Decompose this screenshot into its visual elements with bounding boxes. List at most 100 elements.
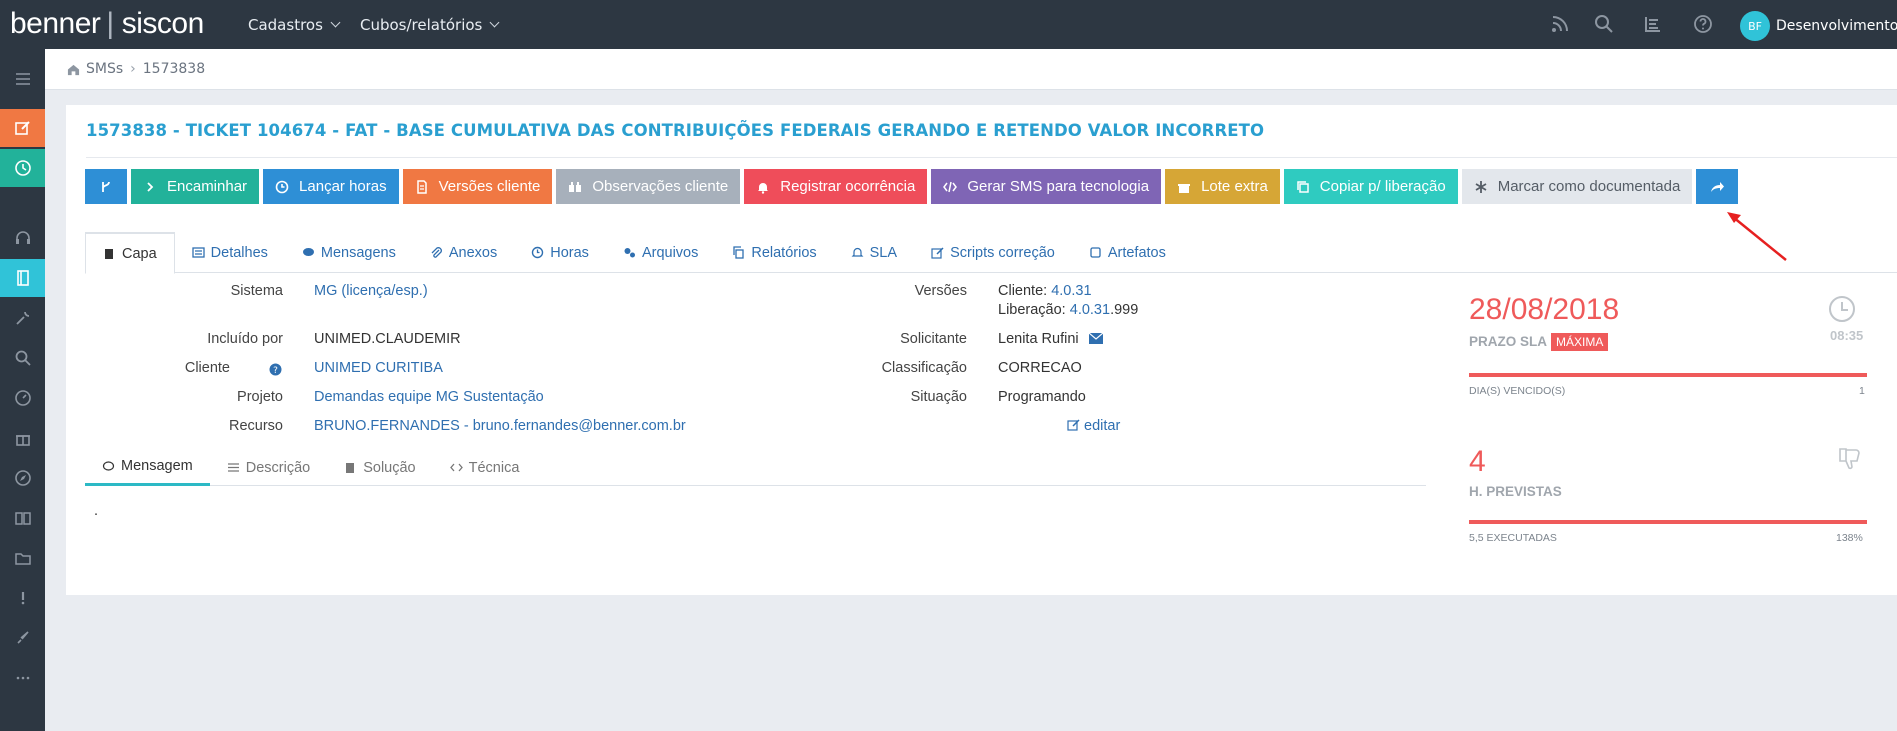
- incluido-label: Incluído por: [207, 331, 283, 347]
- tab-arquivos[interactable]: Arquivos: [606, 232, 715, 273]
- dashboard-icon[interactable]: [0, 379, 45, 417]
- nav-cubos-relatorios[interactable]: Cubos/relatórios: [360, 0, 500, 49]
- alert-icon[interactable]: [0, 579, 45, 617]
- copiar-liberacao-button[interactable]: Copiar p/ liberação: [1283, 169, 1458, 204]
- page-title: 1573838 - TICKET 104674 - FAT - BASE CUM…: [86, 121, 1265, 140]
- folder-icon[interactable]: [0, 539, 45, 577]
- help-icon[interactable]: ?: [269, 363, 282, 376]
- clock-icon: [532, 246, 544, 259]
- tab-relatorios[interactable]: Relatórios: [715, 232, 833, 273]
- versoes-label: Versões: [914, 283, 967, 299]
- gift-icon[interactable]: [0, 419, 45, 457]
- wrench-icon[interactable]: [0, 299, 45, 337]
- sistema-label: Sistema: [230, 283, 283, 299]
- hours-label: H. PREVISTAS: [1469, 484, 1562, 499]
- registrar-ocorrencia-button[interactable]: Registrar ocorrência: [744, 169, 928, 204]
- message-tabs: Mensagem Descrição Solução Técnica: [85, 449, 1426, 486]
- subtab-descricao[interactable]: Descrição: [210, 449, 327, 486]
- incluido-value: UNIMED.CLAUDEMIR: [314, 331, 461, 347]
- editar-link[interactable]: editar: [1067, 418, 1120, 434]
- list-icon[interactable]: [1643, 14, 1663, 34]
- breadcrumb: SMSs › 1573838: [45, 49, 1897, 90]
- tab-capa[interactable]: Capa: [85, 232, 175, 274]
- cliente-version-link[interactable]: 4.0.31: [1051, 283, 1091, 299]
- liberacao-version: Liberação: 4.0.31.999: [998, 302, 1139, 318]
- subtab-mensagem[interactable]: Mensagem: [85, 449, 210, 486]
- avatar: BF: [1740, 11, 1770, 41]
- recurso-label: Recurso: [229, 418, 283, 434]
- tab-horas[interactable]: Horas: [514, 232, 606, 273]
- message-body: .: [94, 503, 99, 519]
- sistema-value: MG (licença/esp.): [314, 283, 428, 299]
- sistema-link[interactable]: MG: [314, 283, 337, 299]
- observacoes-cliente-button[interactable]: Observações cliente: [556, 169, 741, 204]
- encaminhar-button[interactable]: Encaminhar: [131, 169, 260, 204]
- licenca-link[interactable]: licença/esp.: [346, 283, 423, 299]
- classificacao-value: CORRECAO: [998, 360, 1082, 376]
- clock-icon: [275, 180, 289, 193]
- copy-icon: [1297, 180, 1309, 193]
- branch-button[interactable]: [85, 169, 127, 204]
- overdue-count: 1: [1859, 385, 1865, 397]
- code-icon: [449, 463, 463, 472]
- breadcrumb-parent[interactable]: SMSs: [86, 61, 123, 77]
- share-button[interactable]: [1696, 169, 1739, 204]
- headset-icon[interactable]: [0, 219, 45, 257]
- sla-time: 08:35: [1830, 328, 1864, 343]
- copy-icon: [733, 246, 745, 259]
- edit-icon[interactable]: [0, 109, 45, 147]
- clock-icon: [1829, 296, 1855, 322]
- menu-icon[interactable]: [0, 60, 45, 98]
- situacao-value: Programando: [998, 389, 1086, 405]
- document-icon: [416, 179, 427, 194]
- cliente-value[interactable]: UNIMED CURITIBA: [314, 360, 443, 376]
- nav-cadastros[interactable]: Cadastros: [248, 0, 341, 49]
- gerar-sms-button[interactable]: Gerar SMS para tecnologia: [931, 169, 1162, 204]
- versoes-cliente-button[interactable]: Versões cliente: [402, 169, 553, 204]
- book-icon[interactable]: [0, 259, 45, 297]
- tab-sla[interactable]: SLA: [834, 232, 914, 273]
- projeto-label: Projeto: [237, 389, 283, 405]
- home-icon[interactable]: [67, 63, 80, 76]
- open-book-icon[interactable]: [0, 499, 45, 537]
- situacao-label: Situação: [910, 389, 967, 405]
- sla-date: 28/08/2018: [1469, 293, 1620, 326]
- clock-icon[interactable]: [0, 149, 45, 187]
- marcar-documentada-button[interactable]: Marcar como documentada: [1461, 169, 1693, 204]
- tab-detalhes[interactable]: Detalhes: [175, 232, 285, 273]
- envelope-icon[interactable]: [1088, 332, 1103, 344]
- executed-label: 5,5 EXECUTADAS: [1469, 532, 1557, 544]
- tab-mensagens[interactable]: Mensagens: [285, 232, 413, 273]
- gears-icon: [624, 248, 635, 258]
- recurso-value[interactable]: BRUNO.FERNANDES - bruno.fernandes@benner…: [314, 418, 686, 434]
- tab-artefatos[interactable]: Artefatos: [1072, 232, 1183, 273]
- subtab-tecnica[interactable]: Técnica: [433, 449, 537, 486]
- search-icon[interactable]: [0, 339, 45, 377]
- logo[interactable]: benner | siscon: [10, 7, 204, 41]
- search-icon[interactable]: [1594, 14, 1614, 34]
- lote-extra-button[interactable]: Lote extra: [1165, 169, 1280, 204]
- user-menu[interactable]: BF Desenvolvimento: [1740, 11, 1897, 41]
- help-icon[interactable]: [1693, 14, 1713, 34]
- tab-scripts-correcao[interactable]: Scripts correção: [914, 232, 1072, 273]
- paperclip-icon: [431, 247, 442, 258]
- square-icon: [1090, 247, 1101, 258]
- solicitante-value: Lenita Rufini: [998, 331, 1103, 347]
- subtab-solucao[interactable]: Solução: [327, 449, 432, 486]
- list-icon: [192, 247, 205, 258]
- tab-anexos[interactable]: Anexos: [413, 232, 514, 273]
- compass-icon[interactable]: [0, 459, 45, 497]
- book-icon: [346, 463, 355, 473]
- bell-icon: [851, 247, 864, 257]
- projeto-value[interactable]: Demandas equipe MG Sustentação: [314, 389, 544, 405]
- rss-icon[interactable]: [1550, 14, 1570, 34]
- lancar-horas-button[interactable]: Lançar horas: [263, 169, 399, 204]
- hours-value: 4: [1469, 445, 1486, 478]
- more-icon[interactable]: [0, 659, 45, 697]
- book-icon: [105, 249, 113, 259]
- edit-icon: [1067, 419, 1080, 431]
- main-tabs: Capa Detalhes Mensagens Anexos Horas Arq…: [85, 232, 1897, 274]
- rocket-icon[interactable]: [0, 619, 45, 657]
- content-card: 1573838 - TICKET 104674 - FAT - BASE CUM…: [66, 105, 1897, 595]
- liberacao-version-link[interactable]: 4.0.31: [1070, 302, 1110, 318]
